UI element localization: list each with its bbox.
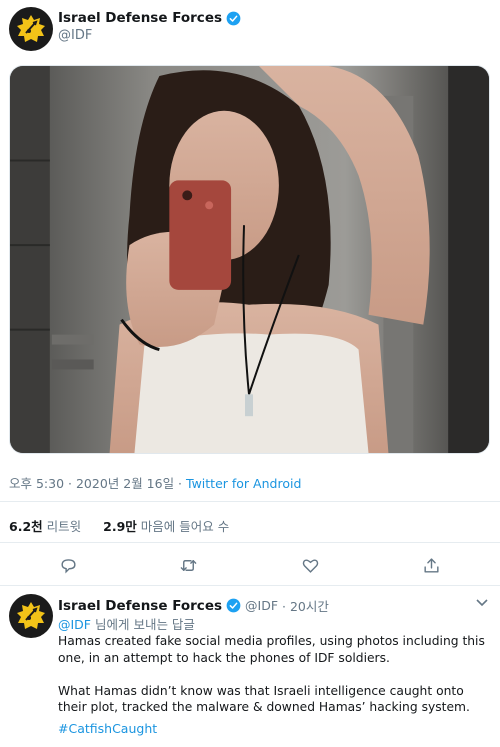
idf-emblem-icon — [17, 602, 45, 629]
reply-button[interactable] — [56, 553, 80, 577]
reply-author-handle[interactable]: @IDF — [245, 598, 278, 613]
reply-author-display-name[interactable]: Israel Defense Forces — [58, 598, 222, 614]
reply-body: Hamas created fake social media profiles… — [58, 633, 490, 732]
divider-top — [0, 501, 500, 502]
reply-icon — [60, 558, 76, 574]
photo-illustration — [10, 66, 489, 453]
tweet-stats: 6.2천 리트윗 2.9만 마음에 들어요 수 — [9, 516, 229, 535]
retweet-stat[interactable]: 6.2천 리트윗 — [9, 516, 81, 535]
reply-author-avatar[interactable] — [9, 594, 53, 638]
verified-badge-icon — [226, 598, 241, 613]
reply-paragraph-2: What Hamas didn’t know was that Israeli … — [58, 683, 470, 715]
like-count: 2.9만 — [103, 519, 137, 534]
retweet-count: 6.2천 — [9, 519, 43, 534]
author-avatar[interactable] — [9, 7, 53, 51]
like-stat[interactable]: 2.9만 마음에 들어요 수 — [103, 516, 229, 535]
retweet-label: 리트윗 — [46, 519, 82, 534]
heart-icon — [302, 558, 318, 573]
author-handle[interactable]: @IDF — [58, 28, 92, 43]
share-icon — [423, 557, 439, 573]
tweet-actions — [0, 553, 500, 577]
tweet-source-link[interactable]: Twitter for Android — [186, 476, 301, 491]
tweet-photo[interactable] — [9, 65, 490, 454]
idf-emblem-icon — [17, 15, 45, 42]
author-display-name[interactable]: Israel Defense Forces — [58, 10, 222, 26]
replying-to-line: @IDF 님에게 보내는 답글 — [58, 614, 195, 633]
divider-bottom — [0, 585, 500, 586]
author-name-line: Israel Defense Forces — [58, 10, 241, 26]
like-button[interactable] — [298, 553, 322, 577]
retweet-button[interactable] — [176, 553, 200, 577]
chevron-down-icon[interactable] — [474, 597, 490, 609]
replying-to-handle-link[interactable]: @IDF — [58, 617, 91, 632]
reply-timestamp[interactable]: · 20시간 — [282, 596, 329, 615]
retweet-icon — [180, 559, 196, 571]
share-button[interactable] — [419, 553, 443, 577]
like-label: 마음에 들어요 수 — [140, 519, 230, 534]
tweet-timestamp[interactable]: 오후 5:30 · 2020년 2월 16일 · — [9, 476, 186, 491]
reply-paragraph-1: Hamas created fake social media profiles… — [58, 634, 485, 665]
divider-middle — [0, 542, 500, 543]
verified-badge-icon — [226, 11, 241, 26]
hashtag-link[interactable]: #CatfishCaught — [58, 721, 157, 736]
replying-to-suffix: 님에게 보내는 답글 — [91, 617, 195, 632]
reply-name-line: Israel Defense Forces @IDF · 20시간 — [58, 596, 329, 615]
tweet-meta: 오후 5:30 · 2020년 2월 16일 · Twitter for And… — [9, 473, 301, 492]
